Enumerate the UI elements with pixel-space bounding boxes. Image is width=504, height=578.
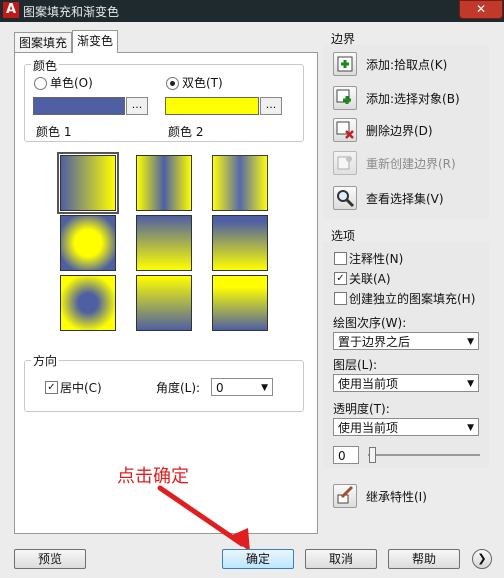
angle-value: 0	[216, 381, 224, 395]
title-bar: A 图案填充和渐变色 ✕	[0, 0, 504, 22]
chevron-down-icon: ▼	[467, 379, 474, 389]
recreate-boundary-label: 重新创建边界(R)	[366, 157, 456, 171]
inherit-properties-button[interactable]	[333, 484, 357, 508]
help-button[interactable]: 帮助	[388, 549, 460, 569]
tab-gradient[interactable]: 渐变色	[72, 30, 119, 53]
layer-label: 图层(L):	[333, 358, 378, 372]
annotative-label: 注释性(N)	[349, 252, 404, 266]
direction-group-label: 方向	[31, 352, 60, 369]
add-select-objects-button[interactable]	[333, 86, 357, 110]
transparency-slider-thumb[interactable]	[369, 447, 376, 463]
add-select-label: 添加:选择对象(B)	[366, 92, 460, 106]
annotation-arrow-icon	[157, 485, 250, 552]
layer-value: 使用当前项	[338, 377, 399, 391]
chevron-down-icon: ▼	[261, 383, 268, 393]
magnifier-icon	[337, 190, 355, 208]
inherit-properties-label: 继承特性(I)	[366, 490, 427, 504]
single-color-radio[interactable]	[34, 77, 47, 90]
preview-button[interactable]: 预览	[14, 549, 86, 569]
color2-label: 颜色 2	[168, 125, 204, 139]
tab-hatch[interactable]: 图案填充	[14, 32, 73, 53]
separate-hatches-checkbox[interactable]	[334, 292, 347, 305]
associative-label: 关联(A)	[349, 272, 391, 286]
cancel-button[interactable]: 取消	[305, 549, 377, 569]
gradient-tile-invcylinder[interactable]	[212, 155, 268, 211]
color2-browse-button[interactable]: ...	[260, 97, 282, 115]
chevron-right-icon: ❯	[477, 552, 487, 565]
draw-order-value: 置于边界之后	[338, 335, 411, 349]
gradient-tile-spherical[interactable]	[60, 215, 116, 271]
transparency-value: 使用当前项	[338, 421, 399, 435]
view-selections-button[interactable]	[333, 186, 357, 210]
transparency-number-field[interactable]: 0	[333, 446, 359, 464]
gradient-tile-invcurved[interactable]	[212, 275, 268, 331]
view-selections-label: 查看选择集(V)	[366, 192, 444, 206]
gradient-tile-hemispherical[interactable]	[136, 215, 192, 271]
separate-hatches-label: 创建独立的图案填充(H)	[349, 292, 476, 306]
color1-label: 颜色 1	[36, 125, 72, 139]
gradient-tile-cylinder[interactable]	[136, 155, 192, 211]
two-color-radio[interactable]	[166, 77, 179, 90]
draw-order-dropdown[interactable]: 置于边界之后 ▼	[333, 332, 479, 350]
color1-browse-button[interactable]: ...	[126, 97, 148, 115]
color2-swatch[interactable]	[165, 97, 259, 115]
transparency-slider-track[interactable]	[368, 454, 480, 456]
add-pick-points-button[interactable]	[333, 52, 357, 76]
add-pick-label: 添加:拾取点(K)	[366, 58, 448, 72]
layer-dropdown[interactable]: 使用当前项 ▼	[333, 374, 479, 392]
remove-boundaries-button[interactable]	[333, 118, 357, 142]
gradient-tile-linear[interactable]	[57, 152, 119, 214]
close-button[interactable]: ✕	[459, 0, 503, 19]
ok-button[interactable]: 确定	[222, 549, 294, 569]
color1-swatch[interactable]	[33, 97, 125, 115]
brush-icon	[337, 485, 354, 504]
recreate-boundary-button[interactable]	[333, 151, 357, 175]
recreate-boundary-icon	[337, 156, 352, 170]
annotative-checkbox[interactable]	[334, 252, 347, 265]
remove-boundaries-label: 删除边界(D)	[366, 124, 433, 138]
draw-order-label: 绘图次序(W):	[333, 316, 407, 330]
color-group-label: 颜色	[31, 57, 60, 74]
chevron-down-icon: ▼	[467, 337, 474, 347]
window-title: 图案填充和渐变色	[23, 5, 120, 19]
more-options-button[interactable]: ❯	[472, 549, 492, 569]
transparency-dropdown[interactable]: 使用当前项 ▼	[333, 418, 479, 436]
single-color-label: 单色(O)	[50, 76, 93, 90]
remove-boundary-icon	[336, 121, 354, 139]
chevron-down-icon: ▼	[467, 423, 474, 433]
centered-checkbox[interactable]: ✓	[45, 381, 58, 394]
gradient-tile-curved[interactable]	[212, 215, 268, 271]
angle-dropdown[interactable]: 0 ▼	[211, 378, 273, 396]
gradient-tile-invspherical[interactable]	[60, 275, 116, 331]
add-select-icon	[336, 89, 351, 104]
gradient-tile-invhemispherical[interactable]	[136, 275, 192, 331]
transparency-label: 透明度(T):	[333, 402, 390, 416]
associative-checkbox[interactable]: ✓	[334, 272, 347, 285]
autocad-logo-icon: A	[3, 2, 19, 18]
angle-label: 角度(L):	[156, 381, 201, 395]
add-pick-icon	[337, 56, 353, 72]
centered-label: 居中(C)	[60, 381, 102, 395]
two-color-label: 双色(T)	[182, 76, 223, 90]
